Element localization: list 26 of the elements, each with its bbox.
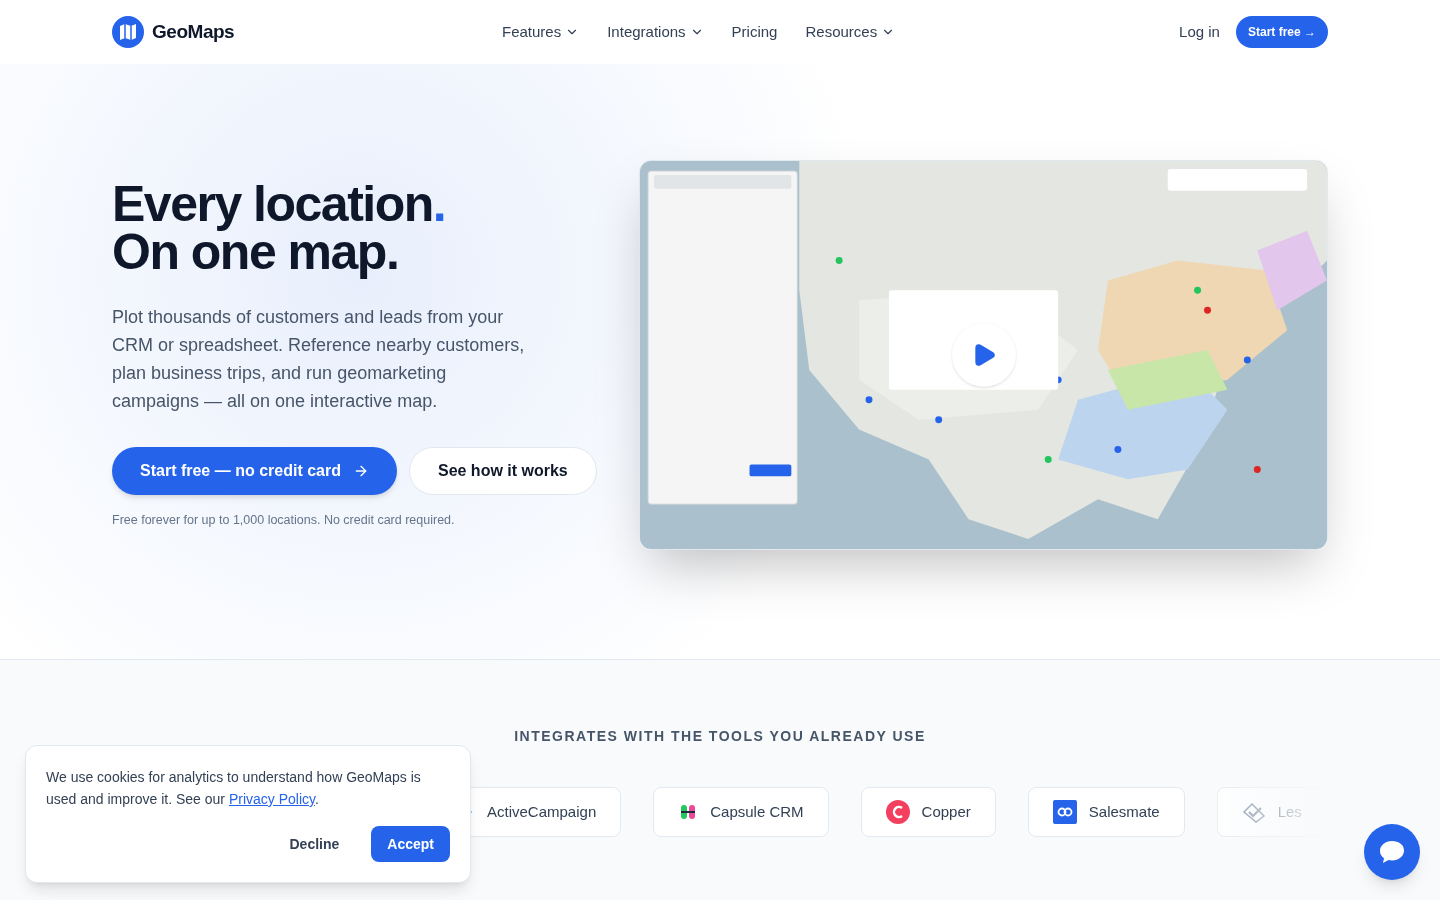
check-icon — [1241, 800, 1266, 824]
folded-map-icon — [112, 16, 144, 48]
nav-link[interactable]: Features — [502, 20, 580, 44]
nav-link[interactable]: Integrations — [607, 20, 704, 44]
integration-name: ActiveCampaign — [487, 801, 597, 822]
integrations-heading: INTEGRATES WITH THE TOOLS YOU ALREADY USE — [513, 727, 927, 746]
accept-button[interactable]: Accept — [371, 826, 450, 862]
see-how-button[interactable]: See how it works — [408, 447, 597, 495]
copper-icon — [885, 800, 910, 824]
free-note: Free forever for up to 1,000 locations. No credit card required. — [112, 512, 456, 529]
start-free-button[interactable]: Start free → — [1235, 16, 1328, 48]
login-link[interactable]: Log in — [1175, 20, 1224, 44]
salesmate-icon — [1052, 800, 1077, 824]
start-free-button[interactable]: Start free — no credit card — [112, 447, 397, 495]
integration-name: Les — [1277, 801, 1302, 822]
chat-bubble-icon — [1378, 839, 1406, 865]
nav-link[interactable]: Pricing — [731, 20, 778, 44]
cookie-text: We use cookies for analytics to understand how GeoMaps is used and improve it. See our Privacy Policy. — [46, 768, 422, 809]
decline-button[interactable]: Decline — [269, 826, 360, 862]
integration-name: Salesmate — [1088, 801, 1160, 822]
integration-name: Copper — [921, 801, 971, 822]
integration-name: Capsule CRM — [710, 801, 804, 822]
nav-link[interactable]: Resources — [805, 20, 896, 44]
privacy-policy-link[interactable]: Privacy Policy — [228, 791, 315, 807]
hero-description: Plot thousands of customers and leads from your CRM or spreadsheet. Reference nearby customers, plan business trips, and run geomarketing campaigns — all on one interactive map. — [112, 306, 526, 413]
brand-name: GeoMaps — [152, 19, 235, 44]
